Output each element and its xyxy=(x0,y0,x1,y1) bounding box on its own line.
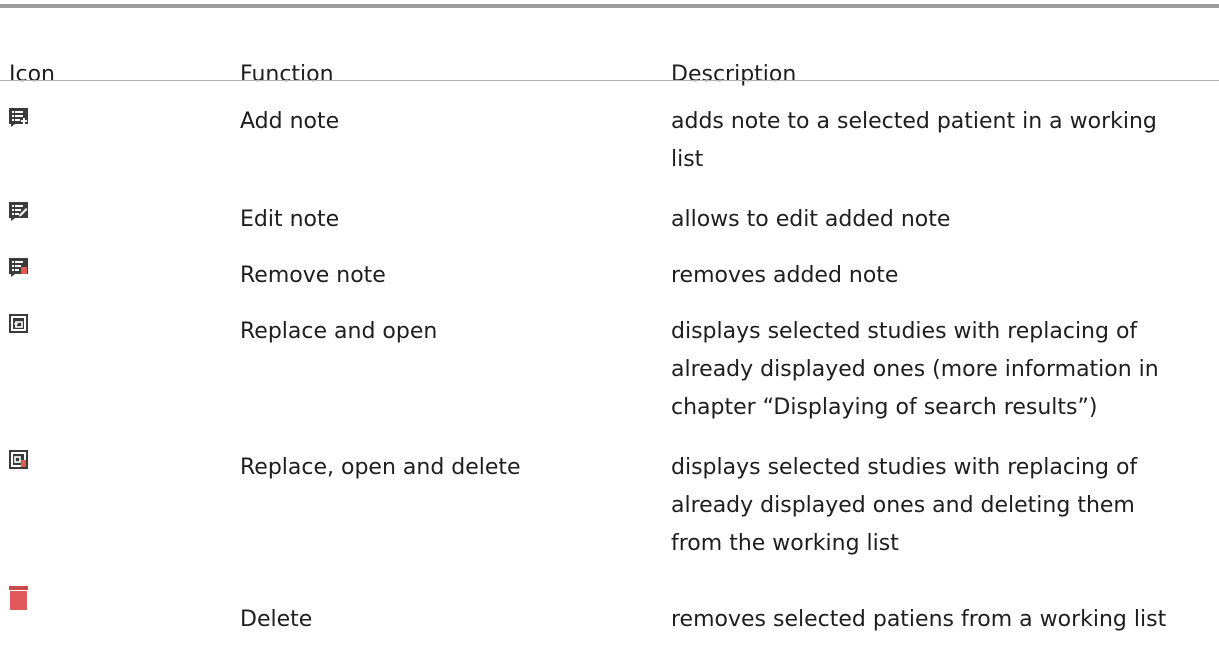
header-icon: Icon xyxy=(9,62,55,87)
description-line: removes selected patiens from a working … xyxy=(671,607,1167,632)
description-line: removes added note xyxy=(671,263,899,288)
header-function: Function xyxy=(240,62,334,87)
header-description: Description xyxy=(671,62,797,87)
function-label: Replace and open xyxy=(240,319,438,344)
trash-icon xyxy=(9,586,28,610)
description-line: already displayed ones (more information… xyxy=(671,357,1159,382)
replace-open-icon xyxy=(9,314,28,333)
replace-open-delete-icon xyxy=(9,450,28,469)
description-line: list xyxy=(671,147,704,172)
description-line: allows to edit added note xyxy=(671,207,951,232)
description-line: chapter “Displaying of search results”) xyxy=(671,395,1098,420)
description-line: displays selected studies with replacing… xyxy=(671,319,1138,344)
edit-note-icon xyxy=(9,202,28,221)
function-label: Add note xyxy=(240,109,340,134)
description-line: already displayed ones and deleting them xyxy=(671,493,1135,518)
function-label: Edit note xyxy=(240,207,340,232)
add-note-icon xyxy=(9,108,28,127)
function-label: Replace, open and delete xyxy=(240,455,521,480)
description-line: from the working list xyxy=(671,531,899,556)
description-line: displays selected studies with replacing… xyxy=(671,455,1138,480)
table-top-rule xyxy=(0,4,1219,8)
remove-note-icon xyxy=(9,258,28,277)
function-label: Remove note xyxy=(240,263,386,288)
description-line: adds note to a selected patient in a wor… xyxy=(671,109,1157,134)
header-rule xyxy=(0,80,1219,81)
function-label: Delete xyxy=(240,607,313,632)
